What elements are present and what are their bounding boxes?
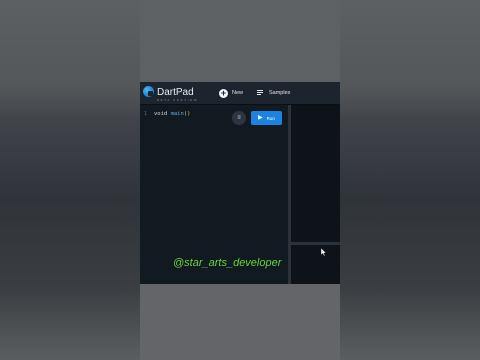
app-tagline: BETA PREVIEW xyxy=(157,98,199,102)
output-panel xyxy=(291,105,340,242)
mouse-cursor-icon xyxy=(321,248,327,256)
samples-button-label: Samples xyxy=(269,90,291,96)
dartpad-window: DartPad BETA PREVIEW + New Samples 1 voi… xyxy=(140,82,340,284)
new-button[interactable]: + New xyxy=(219,87,243,99)
run-button[interactable]: ▶ Run xyxy=(251,111,282,125)
samples-button[interactable]: Samples xyxy=(257,87,290,99)
top-bar: DartPad BETA PREVIEW + New Samples xyxy=(140,82,340,105)
console-panel xyxy=(291,245,340,284)
dart-logo-icon xyxy=(143,86,154,97)
line-number: 1 xyxy=(144,111,148,117)
blurred-background-left xyxy=(0,0,140,360)
app-title: DartPad xyxy=(157,87,194,98)
code-parens: () xyxy=(183,111,191,117)
frame-bottom-area xyxy=(140,284,340,360)
video-frame: DartPad BETA PREVIEW + New Samples 1 voi… xyxy=(140,0,340,360)
run-button-label: Run xyxy=(266,115,275,121)
play-icon: ▶ xyxy=(258,115,263,121)
format-icon: ≡ xyxy=(237,115,241,121)
code-function: main xyxy=(170,111,184,117)
playlist-icon xyxy=(257,90,265,96)
code-keyword: void xyxy=(154,111,171,117)
watermark-text: @star_arts_developer xyxy=(173,257,282,269)
plus-circle-icon: + xyxy=(219,87,228,98)
format-button[interactable]: ≡ xyxy=(232,111,246,125)
new-button-label: New xyxy=(232,90,244,96)
code-line[interactable]: void main() xyxy=(154,111,190,117)
blurred-background-right xyxy=(340,0,480,360)
